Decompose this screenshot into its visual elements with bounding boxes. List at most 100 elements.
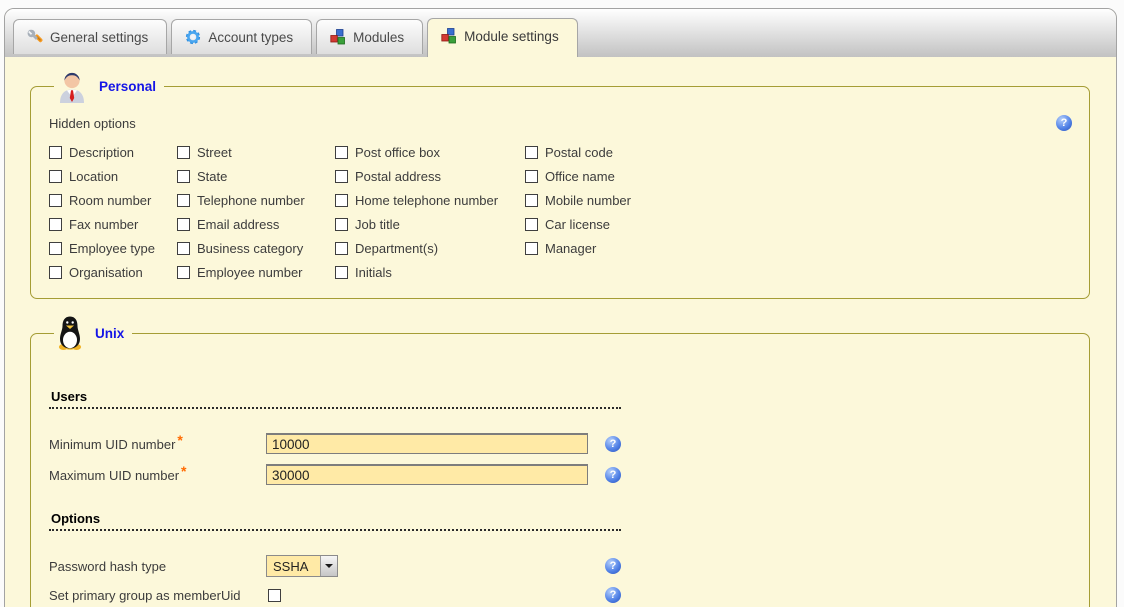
help-icon[interactable] [605,587,621,603]
hidden-option-item: Postal address [335,169,525,184]
chevron-down-icon[interactable] [320,556,337,576]
hidden-option-checkbox[interactable] [49,170,62,183]
hidden-option-checkbox[interactable] [525,146,538,159]
hidden-option-item: Fax number [49,217,177,232]
tab-label: Account types [208,30,293,45]
personal-section-title: Personal [99,79,156,94]
min-uid-row: Minimum UID number* [49,433,621,454]
hidden-option-checkbox[interactable] [177,194,190,207]
hidden-option-item: Employee number [177,265,335,280]
hidden-option-checkbox[interactable] [177,146,190,159]
help-icon[interactable] [605,558,621,574]
hidden-option-checkbox[interactable] [177,266,190,279]
options-subheader: Options [49,511,621,531]
tab-modules[interactable]: Modules [316,19,423,54]
password-hash-row: Password hash type SSHA [49,555,621,577]
personal-section: Personal Hidden options DescriptionStree… [30,69,1090,299]
hidden-option-checkbox[interactable] [49,266,62,279]
member-uid-row: Set primary group as memberUid [49,587,621,603]
hidden-option-label: Email address [197,217,279,232]
hidden-option-checkbox[interactable] [335,146,348,159]
tux-penguin-icon [56,315,84,351]
hidden-option-label: Fax number [69,217,138,232]
users-subheader: Users [49,389,621,409]
hidden-option-checkbox[interactable] [525,218,538,231]
hidden-option-label: Home telephone number [355,193,498,208]
hidden-option-label: Postal code [545,145,613,160]
hidden-option-checkbox[interactable] [335,170,348,183]
tab-general-settings[interactable]: General settings [13,19,167,54]
hidden-option-checkbox[interactable] [525,242,538,255]
hidden-option-checkbox[interactable] [177,170,190,183]
unix-section: Unix Users Minimum UID number* Maximum U… [30,315,1090,607]
password-hash-value: SSHA [267,556,320,576]
hidden-option-item: Car license [525,217,1072,232]
required-marker: * [177,432,182,448]
wrench-icon [27,29,43,45]
hidden-option-item: Office name [525,169,1072,184]
hidden-option-label: Description [69,145,134,160]
hidden-option-item: Description [49,145,177,160]
module-settings-panel: Personal Hidden options DescriptionStree… [5,57,1116,607]
hidden-options-grid: Description Street Post office box Postal c… [49,145,1072,280]
gear-icon [185,29,201,45]
hidden-option-checkbox[interactable] [177,218,190,231]
hidden-option-checkbox[interactable] [335,194,348,207]
tab-label: Modules [353,30,404,45]
modules-cubes-icon [441,28,457,44]
tab-label: Module settings [464,29,559,44]
hidden-option-checkbox[interactable] [49,146,62,159]
hidden-option-checkbox[interactable] [335,266,348,279]
hidden-option-item: Room number [49,193,177,208]
hidden-option-checkbox[interactable] [49,242,62,255]
tab-account-types[interactable]: Account types [171,19,312,54]
hidden-option-checkbox[interactable] [525,170,538,183]
hidden-option-label: Street [197,145,232,160]
hidden-option-checkbox[interactable] [335,218,348,231]
help-icon[interactable] [605,467,621,483]
hidden-option-item: Email address [177,217,335,232]
hidden-option-label: Department(s) [355,241,438,256]
hidden-option-checkbox[interactable] [49,218,62,231]
hidden-option-label: Mobile number [545,193,631,208]
tab-module-settings[interactable]: Module settings [427,18,578,57]
hidden-option-label: Business category [197,241,303,256]
hidden-option-item: Employee type [49,241,177,256]
hidden-option-label: Initials [355,265,392,280]
max-uid-input[interactable] [266,464,588,485]
member-uid-checkbox[interactable] [268,589,281,602]
max-uid-row: Maximum UID number* [49,464,621,485]
hidden-option-label: State [197,169,227,184]
help-icon[interactable] [1056,115,1072,131]
hidden-option-label: Car license [545,217,610,232]
personal-section-legend: Personal [54,69,164,103]
unix-section-title: Unix [95,326,124,341]
hidden-option-item: Post office box [335,145,525,160]
hidden-option-label: Employee type [69,241,155,256]
hidden-option-label: Organisation [69,265,143,280]
unix-section-legend: Unix [54,315,132,351]
password-hash-label: Password hash type [49,559,266,574]
hidden-option-checkbox[interactable] [335,242,348,255]
hidden-option-item: Postal code [525,145,1072,160]
hidden-option-label: Employee number [197,265,303,280]
hidden-option-label: Location [69,169,118,184]
hidden-option-label: Office name [545,169,615,184]
hidden-option-checkbox[interactable] [177,242,190,255]
hidden-option-checkbox[interactable] [49,194,62,207]
hidden-option-item: Mobile number [525,193,1072,208]
hidden-option-item: Department(s) [335,241,525,256]
hidden-option-checkbox[interactable] [525,194,538,207]
required-marker: * [181,463,186,479]
help-icon[interactable] [605,436,621,452]
settings-window: General settings Account types Modul [4,8,1117,607]
max-uid-label: Maximum UID number* [49,467,266,483]
hidden-option-label: Job title [355,217,400,232]
password-hash-select[interactable]: SSHA [266,555,338,577]
min-uid-input[interactable] [266,433,588,454]
tab-label: General settings [50,30,148,45]
person-icon [56,69,88,103]
hidden-option-item: Organisation [49,265,177,280]
min-uid-label: Minimum UID number* [49,436,266,452]
hidden-option-label: Manager [545,241,596,256]
